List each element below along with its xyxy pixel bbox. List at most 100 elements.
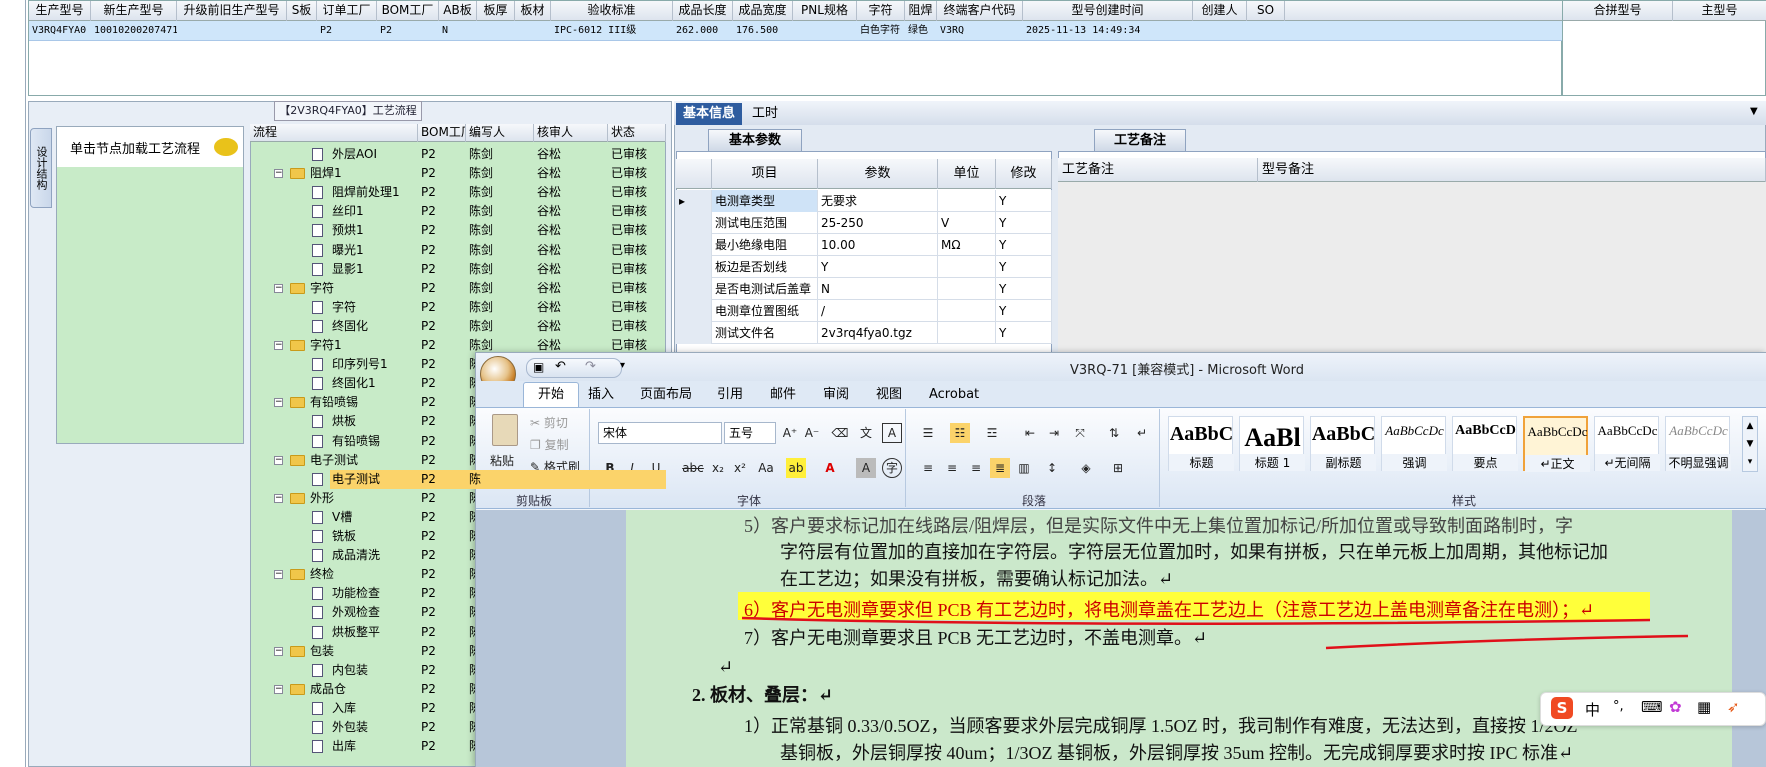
style-6[interactable]: AaBbCcDc ↵无间隔: [1594, 416, 1660, 471]
model-cell[interactable]: [1247, 21, 1285, 41]
model-cell[interactable]: [515, 21, 551, 41]
chat-bubble-icon[interactable]: [214, 138, 238, 156]
model-grid[interactable]: 生产型号 新生产型号 升级前旧生产型号 S板 订单工厂 BOM工厂 AB板 板厚 板材 验收标准成…: [28, 0, 1563, 96]
undo-icon[interactable]: ↶: [555, 359, 566, 374]
tree-row[interactable]: 显影1 P2 陈剑 谷松 已审核: [250, 260, 666, 279]
tree-collapse-icon[interactable]: −: [274, 684, 283, 694]
font-size-combo[interactable]: 五号: [724, 422, 776, 444]
style-4[interactable]: AaBbCcD 要点: [1452, 416, 1518, 471]
ribbon-tab-references[interactable]: 引用: [717, 385, 743, 405]
model-cell[interactable]: 176.500: [733, 21, 793, 41]
model-cell[interactable]: V3RQ4FYA0: [29, 21, 91, 41]
qat-customize-icon[interactable]: ▾: [620, 360, 625, 371]
tree-row[interactable]: 电子测试 P2 陈: [250, 469, 666, 489]
quick-access-toolbar[interactable]: ▣ ↶ ↷: [526, 358, 622, 378]
tab-work-hours[interactable]: 工时: [752, 103, 778, 125]
tree-collapse-icon[interactable]: −: [274, 283, 283, 293]
tab-basic-params[interactable]: 基本参数: [708, 129, 802, 151]
tree-row[interactable]: 阻焊前处理1 P2 陈剑 谷松 已审核: [250, 183, 666, 202]
tree-row[interactable]: 外层AOI P2 陈剑 谷松 已审核: [250, 145, 666, 164]
tree-collapse-icon[interactable]: −: [274, 493, 283, 503]
tree-collapse-icon[interactable]: −: [274, 398, 283, 408]
model-cell[interactable]: [287, 21, 317, 41]
styles-scroll[interactable]: ▲ ▼ ▾: [1742, 416, 1758, 472]
chinese-layout-icon[interactable]: ⤧: [1070, 423, 1090, 443]
char-border-icon[interactable]: A: [882, 423, 902, 443]
model-cell[interactable]: 白色字符: [857, 21, 905, 41]
doc-line-8[interactable]: 1）正常基铜 0.33/0.5OZ，当顾客要求外层完成铜厚 1.5OZ 时，我司…: [744, 712, 1577, 738]
shrink-font-icon[interactable]: A⁻: [802, 423, 822, 443]
ime-skin-icon[interactable]: ✿: [1669, 698, 1682, 716]
tab-basic-info[interactable]: 基本信息: [676, 103, 742, 125]
style-5[interactable]: AaBbCcDc ↵正文: [1523, 416, 1590, 472]
style-7[interactable]: AaBbCcDc 不明显强调: [1665, 416, 1731, 471]
tree-collapse-icon[interactable]: −: [274, 646, 283, 656]
style-1[interactable]: AaBl 标题 1: [1239, 416, 1305, 471]
show-marks-icon[interactable]: ↵: [1132, 423, 1152, 443]
sogou-logo-icon[interactable]: S: [1551, 697, 1573, 719]
redo-icon[interactable]: ↷: [585, 359, 596, 374]
model-cell[interactable]: [1193, 21, 1247, 41]
design-structure-tab[interactable]: 设计结构: [30, 128, 52, 208]
model-cell[interactable]: 绿色: [905, 21, 937, 41]
ribbon-tab-view[interactable]: 视图: [876, 385, 902, 405]
ime-mode-chinese[interactable]: 中: [1585, 699, 1600, 720]
multilevel-list-icon[interactable]: ☲: [982, 423, 1002, 443]
tree-row[interactable]: 终固化 P2 陈剑 谷松 已审核: [250, 317, 666, 336]
tree-row[interactable]: − 字符 P2 陈剑 谷松 已审核: [250, 279, 666, 298]
ribbon-tab-review[interactable]: 审阅: [823, 385, 849, 405]
model-cell[interactable]: 262.000: [673, 21, 733, 41]
distribute-icon[interactable]: ▥: [1014, 458, 1034, 478]
font-color-icon[interactable]: A: [820, 458, 840, 478]
param-row[interactable]: 测试电压范围 25-250 V Y: [676, 212, 1052, 234]
style-0[interactable]: AaBbC 标题: [1168, 416, 1234, 471]
model-cell[interactable]: P2: [317, 21, 377, 41]
borders-icon[interactable]: ⊞: [1108, 458, 1128, 478]
tree-collapse-icon[interactable]: −: [274, 455, 283, 465]
row-indicator[interactable]: [676, 212, 712, 234]
change-case-icon[interactable]: Aa: [754, 458, 778, 478]
row-indicator[interactable]: [676, 278, 712, 300]
ime-toolbar[interactable]: S 中 °, ⌨ ✿ ▦ ➶: [1540, 692, 1766, 726]
param-row[interactable]: ▸ 电测章类型 无要求 Y: [676, 190, 1052, 212]
ribbon-tab-mailings[interactable]: 邮件: [770, 385, 796, 405]
row-indicator[interactable]: [676, 322, 712, 344]
model-cell[interactable]: [793, 21, 857, 41]
param-row[interactable]: 测试文件名 2v3rq4fya0.tgz Y: [676, 322, 1052, 344]
param-cell-value[interactable]: 无要求: [818, 190, 938, 212]
bullets-icon[interactable]: ☰: [918, 423, 938, 443]
model-grid-row[interactable]: V3RQ4FYA0 10010200207471 P2 P2 N IPC-6012 III…: [29, 21, 1563, 41]
tree-row[interactable]: 丝印1 P2 陈剑 谷松 已审核: [250, 202, 666, 221]
save-icon[interactable]: ▣: [533, 360, 544, 374]
ime-toolbox-icon[interactable]: ▦: [1697, 698, 1711, 716]
ribbon-tab-layout[interactable]: 页面布局: [640, 385, 692, 405]
subscript-icon[interactable]: x₂: [708, 458, 728, 478]
param-cell-value[interactable]: N: [818, 278, 938, 300]
tree-collapse-icon[interactable]: −: [274, 341, 283, 350]
model-cell[interactable]: N: [439, 21, 477, 41]
decrease-indent-icon[interactable]: ⇤: [1020, 423, 1040, 443]
ime-punct-icon[interactable]: °,: [1613, 699, 1624, 714]
model-cell[interactable]: V3RQ: [937, 21, 1023, 41]
doc-line-2[interactable]: 字符层有位置加的直接加在字符层。字符层无位置加时，如果有拼板，只在单元板上加周期…: [780, 538, 1608, 564]
paste-button[interactable]: 粘贴: [490, 452, 514, 469]
merge-model-grid[interactable]: 合拼型号 主型号: [1562, 0, 1766, 96]
clear-format-icon[interactable]: ⌫: [830, 423, 850, 443]
sort-icon[interactable]: ⇅: [1104, 423, 1124, 443]
row-indicator[interactable]: [676, 234, 712, 256]
row-indicator[interactable]: [676, 300, 712, 322]
grow-font-icon[interactable]: A⁺: [780, 423, 800, 443]
param-cell-value[interactable]: /: [818, 300, 938, 322]
copy-button[interactable]: ❐ 复制: [530, 436, 569, 453]
model-cell[interactable]: 2025-11-13 14:49:34: [1023, 21, 1193, 41]
tab-process-notes[interactable]: 工艺备注: [1094, 129, 1186, 151]
doc-heading-2[interactable]: 2. 板材、叠层：↵: [692, 681, 833, 707]
justify-icon[interactable]: ≣: [990, 458, 1010, 478]
cut-button[interactable]: ✂ 剪切: [530, 414, 568, 431]
paste-icon[interactable]: [492, 414, 518, 446]
model-cell[interactable]: [177, 21, 287, 41]
shading-icon[interactable]: ◈: [1076, 458, 1096, 478]
ribbon-tab-insert[interactable]: 插入: [588, 385, 614, 405]
param-row[interactable]: 板边是否划线 Y Y: [676, 256, 1052, 278]
strikethrough-icon[interactable]: abc: [680, 458, 706, 478]
